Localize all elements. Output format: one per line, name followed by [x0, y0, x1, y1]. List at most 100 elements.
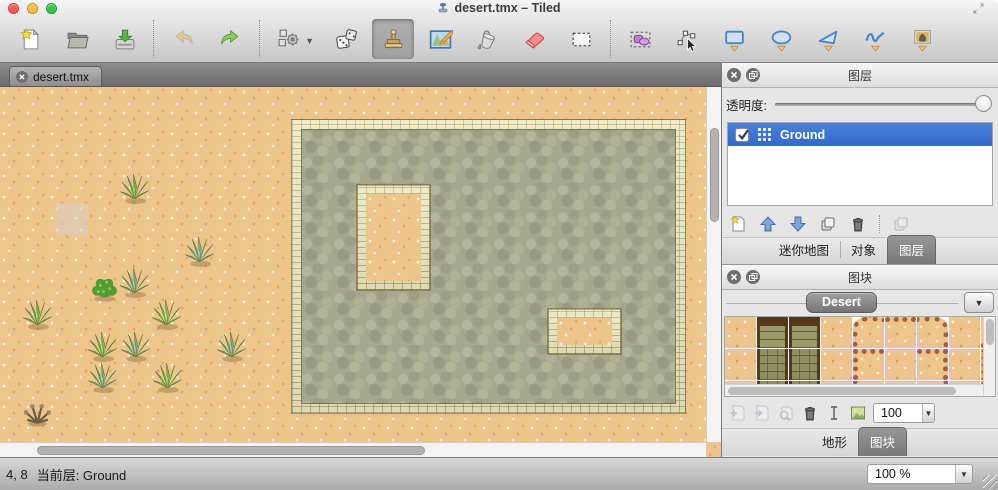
opacity-slider[interactable] [773, 95, 992, 113]
dock-tab-objects[interactable]: 对象 [839, 236, 887, 264]
map-canvas[interactable] [0, 87, 721, 457]
rect-select-button[interactable] [566, 19, 596, 59]
select-objects-button[interactable] [625, 19, 655, 59]
edit-tileset-button[interactable] [849, 404, 867, 422]
tileset-tile-dirt-tl[interactable] [853, 317, 884, 348]
stamp-variations-button[interactable]: ▼ [274, 19, 314, 59]
tiled-app-icon [437, 2, 449, 14]
button-separator [879, 214, 880, 233]
insert-polyline-button[interactable] [860, 19, 890, 59]
slider-knob[interactable] [975, 95, 992, 112]
document-tab[interactable]: desert.tmx [9, 66, 103, 86]
document-tab-label: desert.tmx [33, 69, 90, 84]
import-tileset-button[interactable] [753, 404, 771, 422]
map-bush-spiky [21, 298, 54, 331]
undo-button[interactable] [168, 19, 198, 59]
remove-layer-button[interactable] [849, 215, 867, 233]
content-area: desert.tmx 图层 透明度: Ground 迷你地图 对象 图层 图块 … [0, 63, 998, 457]
tileset-tile-brick-top[interactable] [757, 317, 788, 348]
toolbar-separator [610, 20, 611, 58]
map-horizontal-scrollbar[interactable] [0, 442, 706, 457]
layer-row-ground[interactable]: Ground [728, 123, 992, 146]
tileset-tile-dirt-t[interactable] [885, 317, 916, 348]
opening-floor [366, 194, 421, 281]
insert-polyline-icon [863, 27, 888, 52]
scrollbar-thumb[interactable] [709, 128, 719, 222]
tileset-dock-tabs: 地形 图块 [722, 427, 998, 456]
insert-rectangle-button[interactable] [719, 19, 749, 59]
dock-tab-minimap[interactable]: 迷你地图 [768, 236, 840, 264]
layer-visibility-checkbox[interactable] [735, 127, 749, 142]
dock-tab-layers[interactable]: 图层 [886, 235, 936, 264]
tile-layer-icon [758, 128, 771, 141]
redo-button[interactable] [215, 19, 245, 59]
tileset-tile-sand[interactable] [949, 349, 980, 380]
remove-tileset-button[interactable] [801, 404, 819, 422]
open-file-button[interactable] [62, 19, 92, 59]
layer-buttons-row [722, 210, 998, 237]
scrollbar-thumb[interactable] [728, 387, 956, 395]
tileset-tab-desert[interactable]: Desert [806, 292, 877, 313]
title-area: desert.tmx – Tiled [0, 0, 998, 16]
dropdown-arrow-icon[interactable]: ▼ [305, 36, 314, 46]
add-layer-button[interactable] [729, 215, 747, 233]
page-star-icon [729, 215, 747, 233]
trash-icon [801, 404, 819, 422]
tileset-horizontal-scrollbar[interactable] [725, 384, 983, 396]
scrollbar-thumb[interactable] [986, 319, 994, 345]
map-vertical-scrollbar[interactable] [706, 87, 721, 442]
chevron-down-icon[interactable]: ▼ [955, 465, 972, 483]
scrollbar-thumb[interactable] [37, 445, 425, 455]
tileset-tile-brick[interactable] [789, 349, 820, 380]
duplicate-objects-button[interactable] [892, 215, 910, 233]
chevron-down-icon[interactable]: ▼ [922, 403, 934, 422]
tileset-tile-brick-top[interactable] [789, 317, 820, 348]
eraser-icon [522, 27, 547, 52]
eraser-button[interactable] [519, 19, 549, 59]
bucket-fill-button[interactable] [472, 19, 502, 59]
slider-track [774, 103, 990, 106]
insert-tile-button[interactable] [907, 19, 937, 59]
layer-list[interactable]: Ground [727, 122, 993, 206]
map-bush-dead [21, 395, 54, 428]
raise-layer-button[interactable] [759, 215, 777, 233]
tileset-tile-sand[interactable] [821, 349, 852, 380]
tileset-tile-sand[interactable] [885, 349, 916, 380]
map-bush-spiky [118, 266, 151, 299]
dock-tab-tiles[interactable]: 图块 [858, 427, 908, 456]
tileset-tile-sand[interactable] [821, 317, 852, 348]
tileset-tile-dirt-l[interactable] [853, 349, 884, 380]
random-mode-button[interactable] [331, 19, 361, 59]
export-tileset-button[interactable] [777, 404, 795, 422]
duplicate-layer-button[interactable] [819, 215, 837, 233]
dock-tab-terrain[interactable]: 地形 [811, 428, 858, 456]
close-tab-icon[interactable] [16, 71, 28, 83]
map-bush-spiky [183, 235, 216, 268]
tileset-tile-dirt-tr[interactable] [917, 317, 948, 348]
tileset-dropdown-button[interactable]: ▼ [964, 292, 994, 313]
terrain-brush-button[interactable] [425, 19, 455, 59]
tileset-tile-dirt-r[interactable] [917, 349, 948, 380]
insert-ellipse-button[interactable] [766, 19, 796, 59]
new-tileset-button[interactable] [729, 404, 747, 422]
resize-grip[interactable] [983, 475, 997, 489]
status-zoom-combo[interactable]: 100 % ▼ [867, 464, 973, 484]
opacity-row: 透明度: [722, 88, 998, 120]
stamp-brush-button[interactable] [372, 19, 414, 59]
fullscreen-icon[interactable] [971, 2, 986, 15]
tileset-vertical-scrollbar[interactable] [983, 317, 995, 396]
tileset-tile-sand[interactable] [725, 349, 756, 380]
lower-layer-button[interactable] [789, 215, 807, 233]
insert-polygon-button[interactable] [813, 19, 843, 59]
rename-tileset-button[interactable] [825, 404, 843, 422]
tileset-zoom-combo[interactable]: 100 % ▼ [873, 402, 935, 423]
tileset-tile-sand[interactable] [725, 317, 756, 348]
tileset-tile-brick[interactable] [757, 349, 788, 380]
new-file-button[interactable] [15, 19, 45, 59]
edit-polygons-button[interactable] [672, 19, 702, 59]
terrain-icon [428, 27, 453, 52]
tileset-view[interactable] [724, 316, 996, 397]
status-bar: 4, 8 当前层: Ground 100 % ▼ [0, 457, 998, 490]
save-button[interactable] [109, 19, 139, 59]
tileset-tile-sand[interactable] [949, 317, 980, 348]
